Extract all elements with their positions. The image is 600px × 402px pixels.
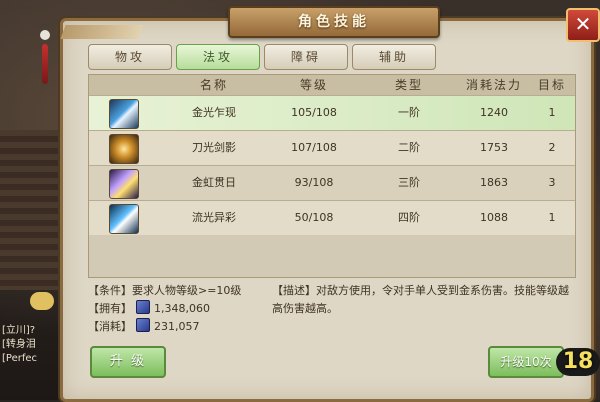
skill-target: 3 <box>548 176 556 189</box>
skill-mana: 1088 <box>480 211 508 224</box>
level-badge: 18 <box>556 348 600 376</box>
lantern-icon <box>38 30 52 100</box>
table-header: 名称 等级 类型 消耗法力 目标 <box>89 75 575 95</box>
table-row[interactable]: 金虹贯日 93/108 三阶 1863 3 <box>89 165 575 200</box>
skill-name: 金光乍现 <box>192 106 236 119</box>
skill-target: 1 <box>548 211 556 224</box>
skill-book-icon <box>136 318 150 332</box>
skill-level: 105/108 <box>291 106 337 119</box>
skill-type: 四阶 <box>398 211 420 224</box>
tab-physical-attack[interactable]: 物攻 <box>88 44 172 70</box>
tab-magic-attack[interactable]: 法攻 <box>176 44 260 70</box>
table-row[interactable]: 流光异彩 50/108 四阶 1088 1 <box>89 200 575 235</box>
skill-level: 50/108 <box>294 211 334 224</box>
rainbow-sun-icon <box>109 169 139 199</box>
upgrade-ten-button[interactable]: 升级10次 <box>488 346 564 378</box>
skill-name: 金虹贯日 <box>192 176 236 189</box>
skill-name: 流光异彩 <box>192 211 236 224</box>
cost-value: 231,057 <box>154 320 200 333</box>
skill-description: 【描述】对敌方使用，令对手单人受到金系伤害。技能等级越高伤害越高。 <box>272 284 569 315</box>
skill-table: 名称 等级 类型 消耗法力 目标 金光乍现 105/108 一阶 1240 1 … <box>88 74 576 278</box>
skill-name: 刀光剑影 <box>192 141 236 154</box>
header-target: 目标 <box>537 78 566 92</box>
sword-shadow-icon <box>109 134 139 164</box>
window-title: 角色技能 <box>228 6 440 38</box>
skill-type: 二阶 <box>398 141 420 154</box>
owned-line: 【拥有】 1,348,060 <box>88 300 210 318</box>
blade-light-icon <box>109 99 139 129</box>
skill-level: 107/108 <box>291 141 337 154</box>
window-title-text: 角色技能 <box>298 14 370 30</box>
chat-line: [转身泪 <box>2 339 36 350</box>
chat-log: [立川]? [转身泪 [Perfec <box>2 324 66 366</box>
skill-mana: 1753 <box>480 141 508 154</box>
flowing-light-icon <box>109 204 139 234</box>
skill-target: 1 <box>548 106 556 119</box>
skill-target: 2 <box>548 141 556 154</box>
header-mana: 消耗法力 <box>465 78 522 92</box>
header-level: 等级 <box>299 78 328 92</box>
chat-bubble-icon[interactable] <box>30 292 54 310</box>
close-button[interactable]: ✕ <box>566 8 600 42</box>
owned-value: 1,348,060 <box>154 302 210 315</box>
skill-type: 一阶 <box>398 106 420 119</box>
skill-book-icon <box>136 300 150 314</box>
upgrade-button[interactable]: 升 级 <box>90 346 166 378</box>
skill-level: 93/108 <box>294 176 334 189</box>
tab-obstacle[interactable]: 障碍 <box>264 44 348 70</box>
table-row[interactable]: 刀光剑影 107/108 二阶 1753 2 <box>89 130 575 165</box>
tab-support[interactable]: 辅助 <box>352 44 436 70</box>
panel-ribbon <box>60 25 144 39</box>
header-name: 名称 <box>199 78 228 92</box>
table-row[interactable]: 金光乍现 105/108 一阶 1240 1 <box>89 95 575 130</box>
skill-type: 三阶 <box>398 176 420 189</box>
chat-line: [Perfec <box>2 353 38 364</box>
skill-mana: 1863 <box>480 176 508 189</box>
cost-label: 【消耗】 <box>88 320 132 333</box>
cost-line: 【消耗】 231,057 <box>88 318 200 336</box>
chat-line: [立川]? <box>2 325 36 336</box>
skill-mana: 1240 <box>480 106 508 119</box>
background-roof <box>0 130 60 290</box>
header-type: 类型 <box>394 78 423 92</box>
condition-text: 【条件】要求人物等级>=10级 <box>88 284 242 297</box>
owned-label: 【拥有】 <box>88 302 132 315</box>
